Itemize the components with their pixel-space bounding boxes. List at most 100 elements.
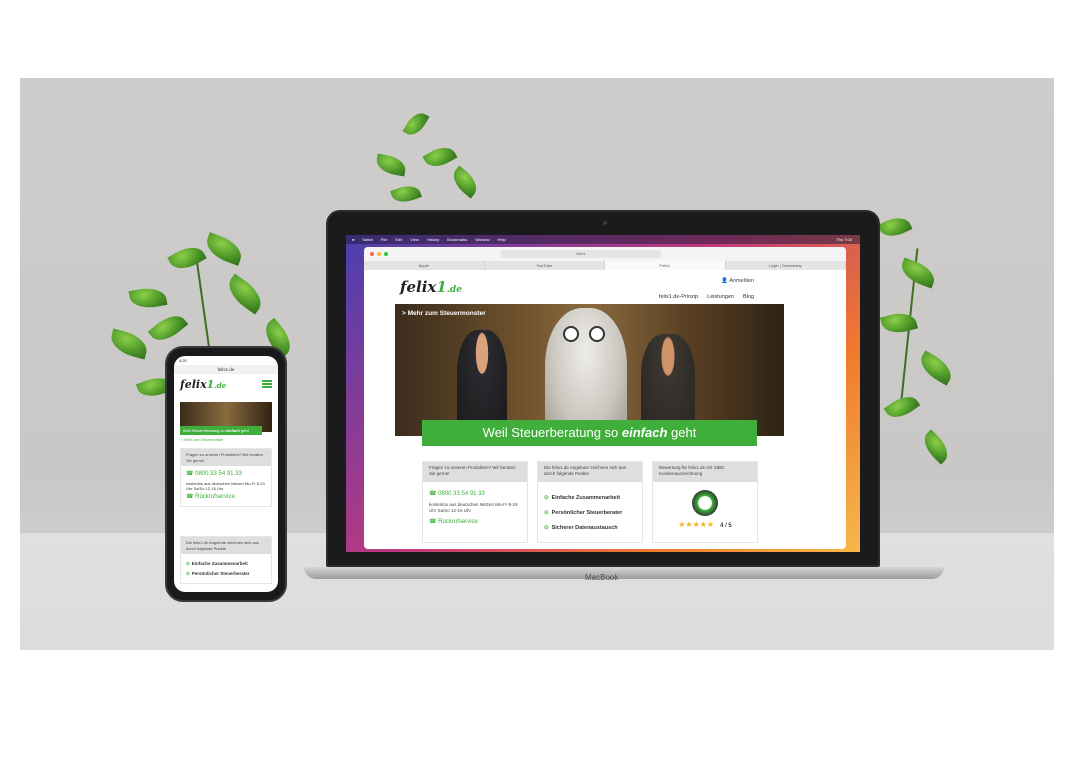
browser-window: felix1 Apple YouTube Felix1 Login | Gram… xyxy=(364,247,846,549)
check-icon: ⊙ xyxy=(544,495,549,501)
tab-felix1[interactable]: Felix1 xyxy=(605,261,726,270)
hours-text: kostenlos aus deutschen Netzen Mo-Fr 8-1… xyxy=(186,480,265,492)
hero-paper-owl xyxy=(545,308,627,436)
rating-score: 4 / 5 xyxy=(720,523,732,529)
card-heading: Die felix1.de Angebote zeichnen sich aus… xyxy=(538,462,642,482)
menu-item[interactable]: File xyxy=(381,237,387,242)
stars-icon: ★★★★★ xyxy=(678,520,715,529)
benefit-item: ⊙ Persönlicher Steuerberater xyxy=(186,571,266,577)
owl-eye xyxy=(563,326,579,342)
banner-emphasis: einfach xyxy=(621,425,668,440)
camera-icon xyxy=(603,221,607,225)
logo-text: felix xyxy=(400,278,437,296)
phone-screen: 4:20 felix1.de felix1.de Weil Steuerbera… xyxy=(174,356,278,592)
award-seal-icon xyxy=(692,490,718,516)
callback-label: Rückrufservice xyxy=(438,519,478,525)
minimize-window-button[interactable] xyxy=(377,252,381,256)
check-icon: ⊙ xyxy=(186,561,190,566)
phone-address-bar[interactable]: felix1.de xyxy=(174,365,278,374)
hero-image: > Mehr zum Steuermonster xyxy=(395,304,784,436)
laptop-screen: ● Safari File Edit View History Bookmark… xyxy=(346,235,860,552)
benefit-item: ⊙ Persönlicher Steuerberater xyxy=(544,510,636,516)
check-icon: ⊙ xyxy=(544,525,549,531)
laptop: ● Safari File Edit View History Bookmark… xyxy=(326,210,880,567)
banner-text-end: geht xyxy=(667,425,697,440)
phone-icon: ☎ xyxy=(429,491,439,497)
login-link[interactable]: 👤 Anmelden xyxy=(721,278,754,284)
mac-menubar: ● Safari File Edit View History Bookmark… xyxy=(346,235,860,244)
callback-link[interactable]: ☎ Rückrufservice xyxy=(429,518,521,525)
close-window-button[interactable] xyxy=(370,252,374,256)
hours-text: kostenlos aus deutschen Netzen Mo-Fr 8-1… xyxy=(429,502,518,513)
check-icon: ⊙ xyxy=(186,570,190,576)
card-heading: Fragen zu unseren Produkten? Wir beraten… xyxy=(181,449,271,466)
phone-number: 0800 33 54 91 33 xyxy=(438,491,485,497)
callback-icon: ☎ xyxy=(429,519,439,525)
smartphone: 4:20 felix1.de felix1.de Weil Steuerbera… xyxy=(165,346,287,602)
site-header: felix1.de 👤 Anmelden felix1.de-Prinzip L… xyxy=(364,270,846,304)
benefit-label: Einfache Zusammenarbeit xyxy=(551,495,621,501)
star-rating: ★★★★★ 4 / 5 xyxy=(659,520,751,529)
phone-icon: ☎ xyxy=(186,471,196,477)
laptop-base xyxy=(304,567,944,579)
benefit-label: Sicherer Datenaustausch xyxy=(551,525,618,531)
contact-card: Fragen zu unseren Produkten? Wir beraten… xyxy=(422,461,528,543)
phone-number-link[interactable]: ☎ 0800 33 54 91 33 xyxy=(186,471,266,478)
hero-link[interactable]: > Mehr zum Steuermonster xyxy=(402,310,486,317)
nav-item-prinzip[interactable]: felix1.de-Prinzip xyxy=(659,294,698,300)
menu-item[interactable]: Edit xyxy=(395,237,402,242)
address-bar[interactable]: felix1 xyxy=(501,250,661,258)
phone-hero-link[interactable]: > Mehr zum Steuermonster xyxy=(181,438,224,442)
banner-text-end: geht xyxy=(239,428,249,433)
card-heading: Bewertung für felix1.de AG StBG Kundenau… xyxy=(653,462,757,482)
nav-item-leistungen[interactable]: Leistungen xyxy=(707,294,734,300)
card-heading: Fragen zu unseren Produkten? Wir beraten… xyxy=(423,462,527,482)
hero-banner: Weil Steuerberatung so einfach geht xyxy=(422,420,757,446)
logo-number: 1 xyxy=(436,278,447,296)
nav-item-blog[interactable]: Blog xyxy=(743,294,754,300)
benefits-card: Die felix1.de Angebote zeichnen sich aus… xyxy=(537,461,643,543)
menu-item[interactable]: Help xyxy=(498,237,506,242)
site-logo[interactable]: felix1.de xyxy=(400,278,462,296)
callback-label: Rückrufservice xyxy=(195,493,235,500)
login-label: Anmelden xyxy=(729,278,754,284)
benefit-label: Persönlicher Steuerberater xyxy=(551,510,623,516)
benefit-item: ⊙ Einfache Zusammenarbeit xyxy=(186,561,266,567)
phone-site-logo[interactable]: felix1.de xyxy=(180,378,226,391)
zoom-window-button[interactable] xyxy=(384,252,388,256)
apple-icon[interactable]: ● xyxy=(352,237,354,242)
menu-item[interactable]: History xyxy=(427,237,439,242)
benefit-item: ⊙ Sicherer Datenaustausch xyxy=(544,525,636,531)
laptop-brand: MacBook xyxy=(585,573,619,582)
browser-tabs: Apple YouTube Felix1 Login | Grammarly xyxy=(364,261,846,270)
logo-tld: .de xyxy=(214,381,227,390)
benefit-label: Persönlicher Steuerberater xyxy=(191,570,250,576)
benefit-item: ⊙ Einfache Zusammenarbeit xyxy=(544,495,636,501)
browser-toolbar: felix1 xyxy=(364,247,846,261)
logo-text: felix xyxy=(180,378,207,391)
phone-benefits-card: Die felix1.de Angebote zeichnen sich aus… xyxy=(180,536,272,584)
logo-tld: .de xyxy=(446,285,462,295)
menubar-clock: Thu 7:00 xyxy=(836,237,852,242)
tab-apple[interactable]: Apple xyxy=(364,261,485,270)
callback-icon: ☎ xyxy=(186,493,196,500)
hamburger-menu-icon[interactable] xyxy=(262,380,272,388)
phone-number-link[interactable]: ☎ 0800 33 54 91 33 xyxy=(429,490,521,497)
benefit-label: Einfache Zusammenarbeit xyxy=(191,561,248,566)
main-nav: felix1.de-Prinzip Leistungen Blog xyxy=(659,294,754,300)
menu-item[interactable]: Safari xyxy=(362,237,372,242)
tab-grammarly[interactable]: Login | Grammarly xyxy=(726,261,846,270)
check-icon: ⊙ xyxy=(544,510,549,516)
product-mockup-scene: ● Safari File Edit View History Bookmark… xyxy=(20,78,1054,650)
menu-item[interactable]: View xyxy=(410,237,419,242)
banner-text: Weil Steuerberatung so xyxy=(482,425,622,440)
callback-link[interactable]: ☎ Rückrufservice xyxy=(186,493,266,501)
menu-item[interactable]: Bookmarks xyxy=(447,237,467,242)
rating-card: Bewertung für felix1.de AG StBG Kundenau… xyxy=(652,461,758,543)
user-icon: 👤 xyxy=(721,278,730,284)
banner-emphasis: einfach xyxy=(225,428,240,433)
owl-eye xyxy=(589,326,605,342)
banner-text: Weil Steuerberatung so xyxy=(183,428,226,433)
menu-item[interactable]: Window xyxy=(475,237,489,242)
tab-youtube[interactable]: YouTube xyxy=(485,261,605,270)
